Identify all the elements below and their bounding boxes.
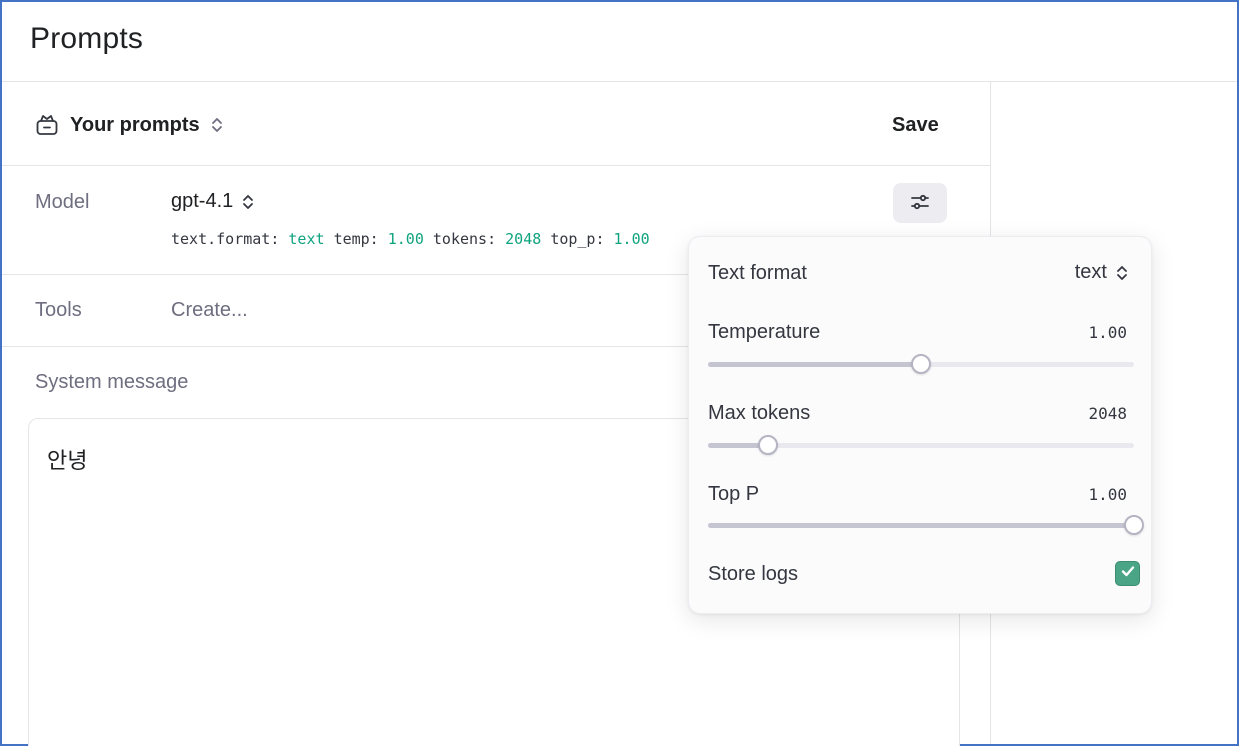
temperature-slider[interactable] <box>708 354 1134 374</box>
param-value: 2048 <box>505 230 542 248</box>
slider-fill <box>708 523 1134 528</box>
model-settings-popover: Text format text Temperature 1.00 Max to… <box>688 236 1152 614</box>
param-value: 1.00 <box>613 230 650 248</box>
max-tokens-label: Max tokens <box>708 402 811 424</box>
page-title: Prompts <box>30 22 144 55</box>
param-key: temp: <box>333 230 379 248</box>
temperature-value: 1.00 <box>1088 323 1127 342</box>
save-button[interactable]: Save <box>880 110 951 140</box>
chevron-up-down-icon <box>1115 263 1129 283</box>
model-settings-button[interactable] <box>893 183 947 223</box>
slider-thumb[interactable] <box>911 354 931 374</box>
param-value: 1.00 <box>387 230 424 248</box>
system-message-text: 안녕 <box>47 449 88 474</box>
top-p-value: 1.00 <box>1088 485 1127 504</box>
param-value: text <box>288 230 325 248</box>
tools-create-button[interactable]: Create... <box>171 299 248 322</box>
page-header: Prompts <box>2 2 1237 82</box>
max-tokens-value: 2048 <box>1088 404 1127 423</box>
param-key: tokens: <box>432 230 497 248</box>
system-message-label: System message <box>35 371 189 393</box>
temperature-label: Temperature <box>708 321 821 343</box>
slider-fill <box>708 362 921 367</box>
max-tokens-slider[interactable] <box>708 435 1134 455</box>
slider-thumb[interactable] <box>1124 515 1144 535</box>
row-divider <box>2 165 990 166</box>
model-params-summary: text.format: text temp: 1.00 tokens: 204… <box>171 230 650 248</box>
param-key: text.format: <box>171 230 280 248</box>
chevron-up-down-icon <box>210 115 224 135</box>
store-logs-checkbox[interactable] <box>1115 561 1140 586</box>
text-format-select[interactable]: text <box>1075 261 1129 284</box>
check-icon <box>1120 563 1136 584</box>
text-format-label: Text format <box>708 262 807 284</box>
prompt-selector-label: Your prompts <box>70 113 200 136</box>
text-format-value: text <box>1074 261 1107 283</box>
param-key: top_p: <box>550 230 605 248</box>
bank-icon <box>34 112 60 138</box>
tools-label: Tools <box>35 299 82 321</box>
prompt-selector[interactable]: Your prompts <box>34 108 224 142</box>
chevron-up-down-icon <box>241 192 255 212</box>
model-label: Model <box>35 191 90 213</box>
top-p-slider[interactable] <box>708 515 1144 535</box>
store-logs-label: Store logs <box>708 563 799 585</box>
sliders-icon <box>908 190 932 217</box>
slider-thumb[interactable] <box>757 435 778 455</box>
top-p-label: Top P <box>708 483 760 505</box>
model-value: gpt-4.1 <box>171 190 234 212</box>
model-selector[interactable]: gpt-4.1 <box>171 190 255 213</box>
